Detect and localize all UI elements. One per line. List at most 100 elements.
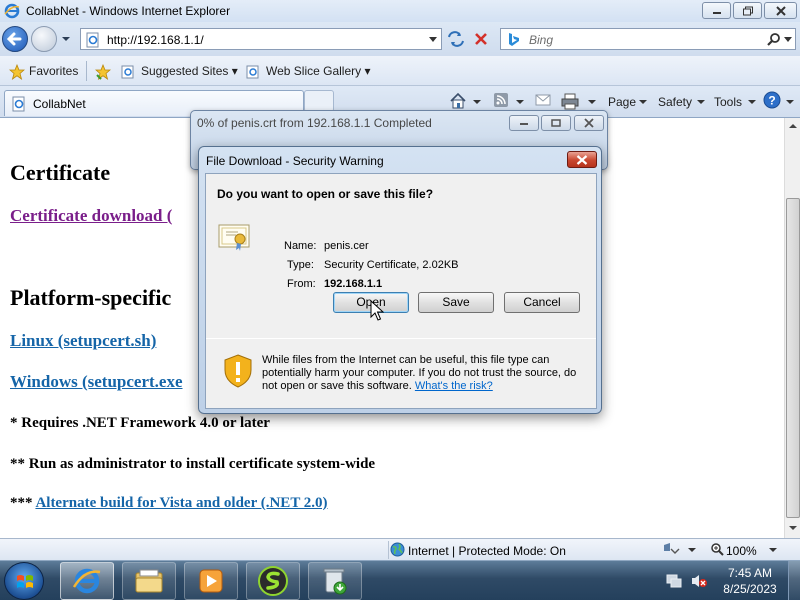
progress-maximize-button[interactable]	[541, 115, 571, 131]
scroll-up-icon[interactable]	[785, 118, 800, 134]
windows-logo-icon	[17, 575, 33, 588]
tools-menu[interactable]: Tools	[714, 95, 742, 109]
refresh-icon[interactable]	[446, 31, 466, 47]
start-button[interactable]	[4, 562, 44, 600]
favorites-separator	[86, 61, 87, 81]
zoom-dropdown-icon[interactable]	[769, 548, 777, 552]
recycle-app-icon	[323, 568, 347, 595]
dialog-separator	[206, 338, 596, 339]
taskbar-recycle-app-button[interactable]	[308, 562, 362, 600]
certificate-icon	[218, 224, 250, 251]
progress-minimize-button[interactable]	[509, 115, 539, 131]
zoom-level[interactable]: 100%	[726, 544, 757, 558]
security-dialog-body: Do you want to open or save this file? N…	[205, 173, 597, 409]
status-bar: Internet | Protected Mode: On 100%	[0, 538, 800, 560]
help-dropdown-icon[interactable]	[786, 100, 794, 104]
page-icon	[86, 32, 99, 48]
window-title: CollabNet - Windows Internet Explorer	[26, 4, 231, 18]
search-dropdown-icon[interactable]	[784, 37, 792, 42]
favorites-button[interactable]: Favorites	[29, 64, 78, 78]
taskbar-ie-button[interactable]	[60, 562, 114, 600]
print-dropdown-icon[interactable]	[588, 100, 596, 104]
close-icon	[775, 5, 786, 16]
restore-button[interactable]	[733, 2, 762, 19]
scroll-down-icon[interactable]	[785, 520, 800, 536]
read-mail-icon[interactable]	[535, 92, 551, 108]
taskbar-clock[interactable]: 7:45 AM 8/25/2023	[716, 565, 784, 597]
net-requirement-note: * Requires .NET Framework 4.0 or later	[10, 415, 270, 431]
safety-menu[interactable]: Safety	[658, 95, 692, 109]
tools-dropdown-icon[interactable]	[748, 100, 756, 104]
save-button[interactable]: Save	[418, 292, 494, 313]
network-icon[interactable]	[666, 573, 684, 589]
taskbar-green-s-app-button[interactable]	[246, 562, 300, 600]
tab-label: CollabNet	[33, 97, 86, 111]
protected-mode-icon[interactable]	[662, 542, 680, 557]
heading-certificate: Certificate	[10, 160, 111, 185]
file-type-value: Security Certificate, 2.02KB	[324, 259, 459, 271]
file-explorer-icon	[135, 569, 163, 593]
scrollbar-thumb[interactable]	[786, 198, 800, 518]
forward-button[interactable]	[31, 26, 57, 52]
home-dropdown-icon[interactable]	[473, 100, 481, 104]
url-text: http://192.168.1.1/	[107, 33, 204, 47]
favorites-bar: Favorites Suggested Sites ▾ Web Slice Ga…	[0, 56, 800, 86]
close-icon	[584, 118, 594, 128]
clock-time: 7:45 AM	[727, 566, 773, 580]
back-button[interactable]	[2, 26, 28, 52]
windows-setupcert-link[interactable]: Windows (setupcert.exe	[10, 372, 183, 392]
alternate-build-note: *** Alternate build for Vista and older …	[10, 495, 328, 512]
open-save-question: Do you want to open or save this file?	[217, 187, 434, 201]
page-dropdown-icon[interactable]	[639, 100, 647, 104]
progress-close-button[interactable]	[574, 115, 604, 131]
volume-muted-icon[interactable]	[690, 573, 708, 589]
web-slice-gallery-link[interactable]: Web Slice Gallery ▾	[266, 64, 371, 78]
suggested-sites-link[interactable]: Suggested Sites ▾	[141, 64, 238, 78]
type-label: Type:	[287, 259, 314, 271]
show-desktop-button[interactable]	[788, 561, 800, 600]
taskbar-file-explorer-button[interactable]	[122, 562, 176, 600]
zoom-icon[interactable]	[710, 542, 724, 556]
from-label: From:	[287, 278, 316, 290]
new-tab-button[interactable]	[304, 90, 334, 112]
back-arrow-icon	[6, 32, 22, 46]
file-source-value: 192.168.1.1	[324, 278, 383, 290]
file-name-value: penis.cer	[324, 240, 369, 252]
linux-setupcert-link[interactable]: Linux (setupcert.sh)	[10, 331, 156, 351]
print-icon[interactable]	[561, 92, 579, 110]
alternate-build-link[interactable]: Alternate build for Vista and older (.NE…	[35, 495, 327, 511]
vertical-scrollbar[interactable]	[784, 118, 800, 538]
safety-dropdown-icon[interactable]	[697, 100, 705, 104]
home-icon[interactable]	[449, 92, 467, 110]
feeds-icon[interactable]	[493, 92, 509, 108]
certificate-download-link[interactable]: Certificate download (	[10, 206, 172, 226]
add-favorites-icon[interactable]	[95, 64, 111, 80]
address-field[interactable]: http://192.168.1.1/	[80, 28, 442, 50]
globe-icon	[390, 542, 405, 557]
zone-dropdown-icon[interactable]	[688, 548, 696, 552]
security-warning-text: While files from the Internet can be use…	[262, 354, 590, 393]
security-dialog-close-button[interactable]	[567, 151, 597, 168]
warning-shield-icon	[224, 354, 252, 388]
taskbar-media-player-button[interactable]	[184, 562, 238, 600]
alternate-build-prefix: ***	[10, 495, 33, 511]
close-button[interactable]	[764, 2, 797, 19]
minimize-button[interactable]	[702, 2, 731, 19]
ie-page-icon	[121, 65, 134, 79]
ie-logo-icon	[4, 3, 20, 19]
feeds-dropdown-icon[interactable]	[516, 100, 524, 104]
favorites-star-icon	[9, 64, 25, 80]
stop-icon[interactable]	[474, 32, 488, 46]
help-icon[interactable]: ?	[763, 91, 781, 109]
chevron-down-icon[interactable]	[429, 37, 437, 42]
search-icon[interactable]	[767, 32, 781, 46]
page-menu[interactable]: Page	[608, 95, 636, 109]
whats-the-risk-link[interactable]: What's the risk?	[415, 380, 493, 392]
close-icon	[576, 154, 588, 165]
cancel-button[interactable]: Cancel	[504, 292, 580, 313]
search-field[interactable]: Bing	[500, 28, 796, 50]
minimize-icon	[520, 123, 528, 125]
mouse-pointer-icon	[370, 300, 384, 321]
recent-pages-dropdown-icon[interactable]	[61, 36, 71, 42]
security-warning-dialog: File Download - Security Warning Do you …	[198, 146, 602, 414]
